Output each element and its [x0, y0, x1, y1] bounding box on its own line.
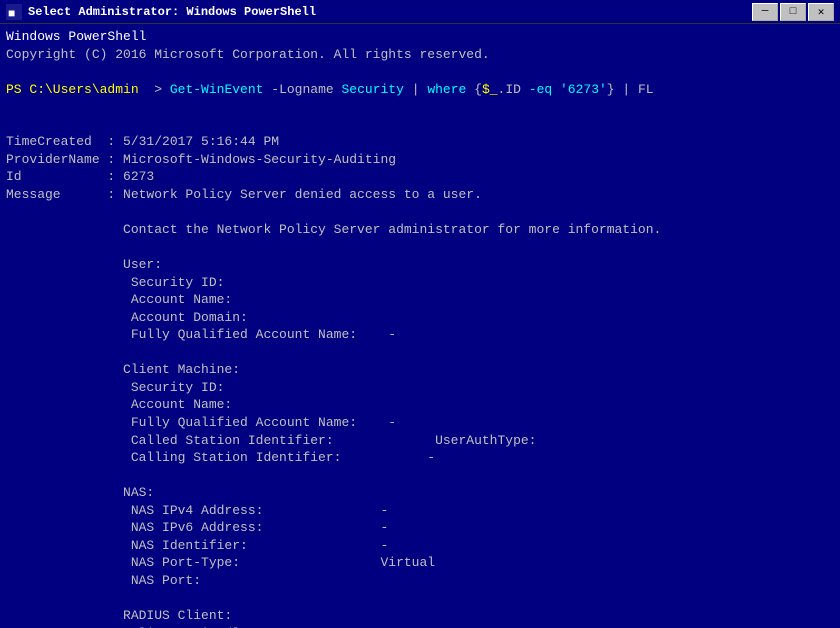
console-line: Account Name: — [6, 291, 834, 309]
console-line: NAS IPv4 Address: - — [6, 502, 834, 520]
minimize-button[interactable]: ─ — [752, 3, 778, 21]
console-line: RADIUS Client: — [6, 607, 834, 625]
console-line: Fully Qualified Account Name: - — [6, 414, 834, 432]
brace-open: { — [466, 82, 482, 97]
console-line: NAS Identifier: - — [6, 537, 834, 555]
console-line: Security ID: — [6, 274, 834, 292]
command-text: Get-WinEvent — [170, 82, 264, 97]
console-line — [6, 63, 834, 81]
pipe1: | — [404, 82, 427, 97]
window-title: Select Administrator: Windows PowerShell — [28, 5, 316, 19]
console-line — [6, 467, 834, 485]
console-line: Contact the Network Policy Server admini… — [6, 221, 834, 239]
console-output: Windows PowerShell Copyright (C) 2016 Mi… — [0, 24, 840, 628]
title-bar: ■ Select Administrator: Windows PowerShe… — [0, 0, 840, 24]
console-line: Account Domain: — [6, 309, 834, 327]
window-icon: ■ — [6, 4, 22, 20]
console-line: Calling Station Identifier: - — [6, 449, 834, 467]
console-line: ProviderName : Microsoft-Windows-Securit… — [6, 151, 834, 169]
param-security: Security — [341, 82, 403, 97]
brace-close: } | FL — [607, 82, 654, 97]
console-line: NAS: — [6, 484, 834, 502]
console-line: Copyright (C) 2016 Microsoft Corporation… — [6, 46, 834, 64]
maximize-button[interactable]: □ — [780, 3, 806, 21]
console-line: NAS Port-Type: Virtual — [6, 554, 834, 572]
console-line: Client Friendly Name: Gateway — [6, 625, 834, 628]
console-line: Fully Qualified Account Name: - — [6, 326, 834, 344]
title-bar-left: ■ Select Administrator: Windows PowerShe… — [6, 4, 316, 20]
console-line: Account Name: — [6, 396, 834, 414]
dot-id: .ID — [498, 82, 529, 97]
eq-text: -eq — [529, 82, 552, 97]
console-line: Security ID: — [6, 379, 834, 397]
param-logname: -Logname — [263, 82, 341, 97]
console-line — [6, 98, 834, 116]
console-line — [6, 344, 834, 362]
console-line: Id : 6273 — [6, 168, 834, 186]
console-line: NAS Port: — [6, 572, 834, 590]
console-line — [6, 116, 834, 134]
console-line: User: — [6, 256, 834, 274]
console-line: Client Machine: — [6, 361, 834, 379]
console-line: NAS IPv6 Address: - — [6, 519, 834, 537]
svg-text:■: ■ — [8, 6, 15, 20]
prompt-line: PS C:\Users\admin > Get-WinEvent -Lognam… — [6, 81, 834, 99]
console-line: Called Station Identifier: UserAuthType: — [6, 432, 834, 450]
id-num: '6273' — [560, 82, 607, 97]
console-line: TimeCreated : 5/31/2017 5:16:44 PM — [6, 133, 834, 151]
id-val — [552, 82, 560, 97]
console-line: Message : Network Policy Server denied a… — [6, 186, 834, 204]
dollar-id: $_ — [482, 82, 498, 97]
close-button[interactable]: ✕ — [808, 3, 834, 21]
prompt-text: PS C:\Users\admin — [6, 82, 139, 97]
where-text: where — [427, 82, 466, 97]
console-line — [6, 239, 834, 257]
powershell-window: ■ Select Administrator: Windows PowerShe… — [0, 0, 840, 628]
console-line — [6, 590, 834, 608]
console-line — [6, 203, 834, 221]
prompt-arrow: > — [139, 82, 170, 97]
title-controls: ─ □ ✕ — [752, 3, 834, 21]
console-line: Windows PowerShell — [6, 28, 834, 46]
